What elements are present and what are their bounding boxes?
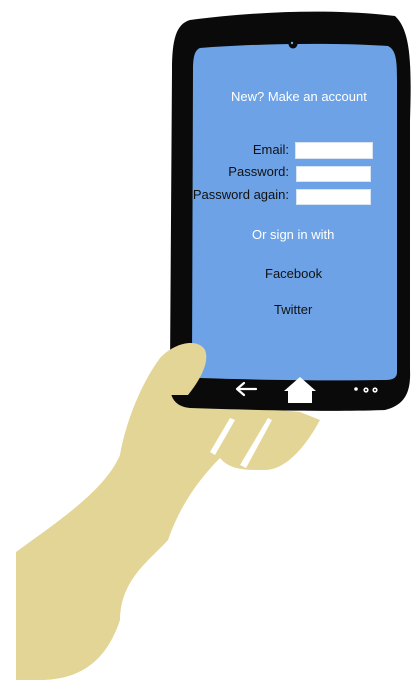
twitter-button[interactable]: Twitter [274, 302, 312, 317]
password-field[interactable] [296, 166, 371, 182]
password-again-label: Password again: [192, 187, 289, 202]
email-field[interactable] [295, 142, 373, 159]
phone-sketch-stage: New? Make an account Email: Password: Pa… [0, 0, 414, 680]
password-label: Password: [228, 164, 289, 179]
camera-icon [288, 39, 298, 49]
facebook-button[interactable]: Facebook [265, 266, 322, 281]
password-again-field[interactable] [296, 189, 371, 205]
or-sign-in-text: Or sign in with [252, 227, 335, 242]
email-label: Email: [252, 142, 289, 157]
signup-title: New? Make an account [231, 89, 367, 104]
